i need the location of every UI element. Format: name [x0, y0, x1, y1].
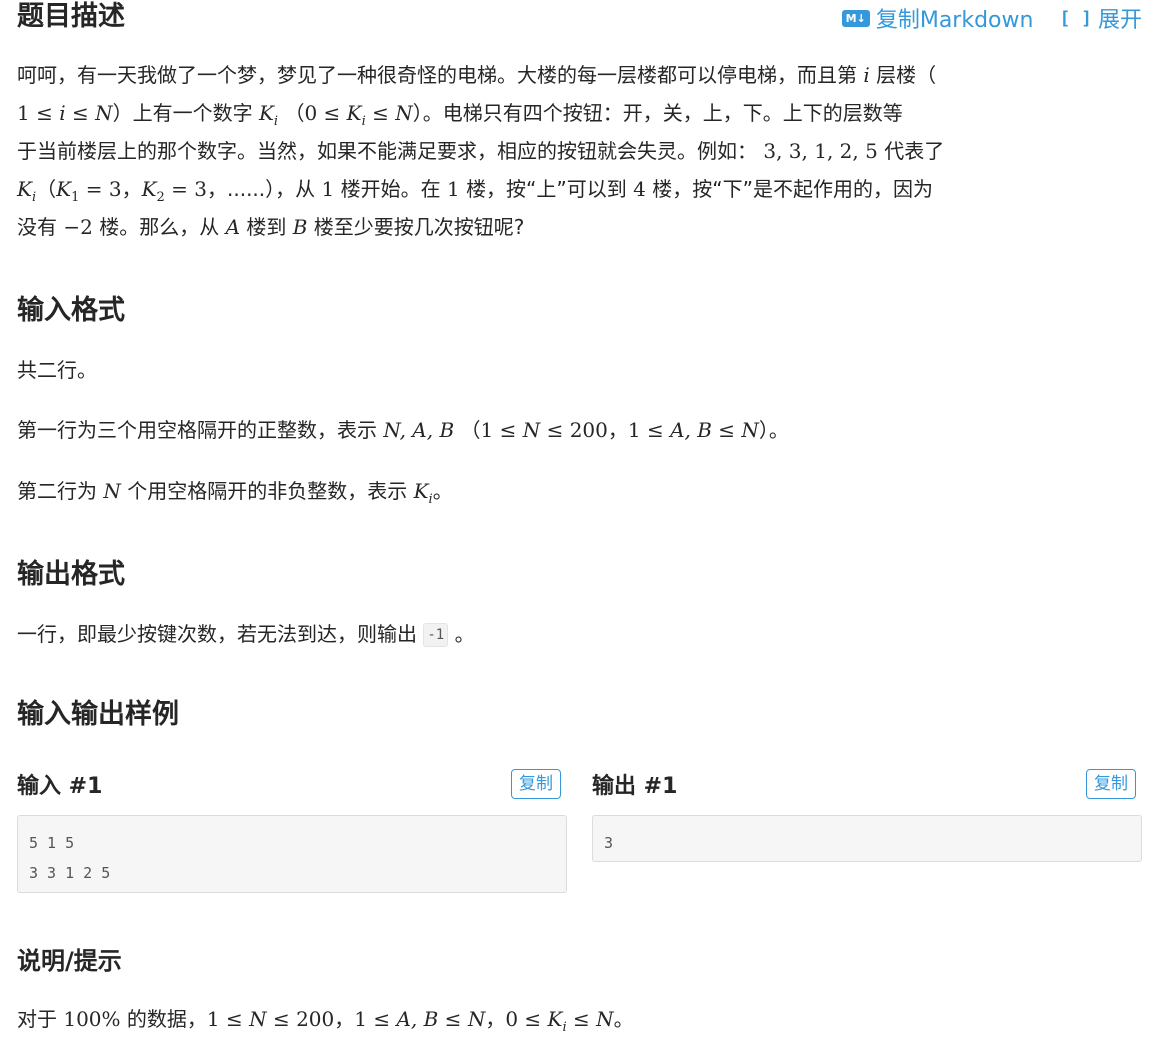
expand-icon: [ ]	[1059, 7, 1092, 29]
inline-code: -1	[423, 623, 449, 647]
expand-button[interactable]: [ ] 展开	[1033, 2, 1142, 34]
sample-input-box[interactable]: 5 1 5 3 3 1 2 5	[17, 815, 567, 893]
description-line-3: 于当前楼层上的那个数字。当然，如果不能满足要求，相应的按钮就会失灵。例如： 3,…	[17, 139, 945, 163]
sample-input-title: 输入 #1	[17, 774, 103, 799]
output-format-p: 一行，即最少按键次数，若无法到达，则输出 -1 。	[17, 622, 475, 647]
section-title-description: 题目描述	[17, 1, 125, 32]
description-line-4: Ki（K1 = 3，K2 = 3，......），从 1 楼开始。在 1 楼，按…	[17, 177, 933, 205]
input-format-p1: 共二行。	[17, 358, 97, 382]
sample-output-box[interactable]: 3	[592, 815, 1142, 862]
input-format-p3: 第二行为 N 个用空格隔开的非负整数，表示 Ki。	[17, 479, 453, 507]
hint-text: 对于 100% 的数据，1 ≤ N ≤ 200，1 ≤ A, B ≤ N，0 ≤…	[17, 1007, 634, 1035]
markdown-icon: M↓	[841, 9, 870, 27]
expand-label: 展开	[1097, 8, 1142, 33]
copy-input-button[interactable]: 复制	[511, 769, 561, 799]
description-line-2: 1 ≤ i ≤ N）上有一个数字 Ki （0 ≤ Ki ≤ N）。电梯只有四个按…	[17, 101, 903, 129]
input-format-p2: 第一行为三个用空格隔开的正整数，表示 N, A, B （1 ≤ N ≤ 200，…	[17, 418, 789, 442]
sample-output-title: 输出 #1	[592, 774, 678, 799]
section-title-input-format: 输入格式	[17, 295, 125, 326]
copy-markdown-button[interactable]: M↓ 复制Markdown	[841, 2, 1034, 34]
section-title-hint: 说明/提示	[17, 947, 122, 975]
description-line-1: 呵呵，有一天我做了一个梦，梦见了一种很奇怪的电梯。大楼的每一层楼都可以停电梯，而…	[17, 63, 937, 87]
toolbar: M↓ 复制Markdown [ ] 展开	[841, 2, 1142, 34]
section-title-output-format: 输出格式	[17, 559, 125, 590]
copy-output-button[interactable]: 复制	[1086, 769, 1136, 799]
section-title-samples: 输入输出样例	[17, 699, 179, 730]
description-line-5: 没有 −2 楼。那么，从 A 楼到 B 楼至少要按几次按钮呢?	[17, 215, 525, 239]
copy-markdown-label: 复制Markdown	[875, 8, 1034, 33]
problem-page: 题目描述 M↓ 复制Markdown [ ] 展开 呵呵，有一天我做了一个梦，梦…	[0, 0, 1169, 1059]
